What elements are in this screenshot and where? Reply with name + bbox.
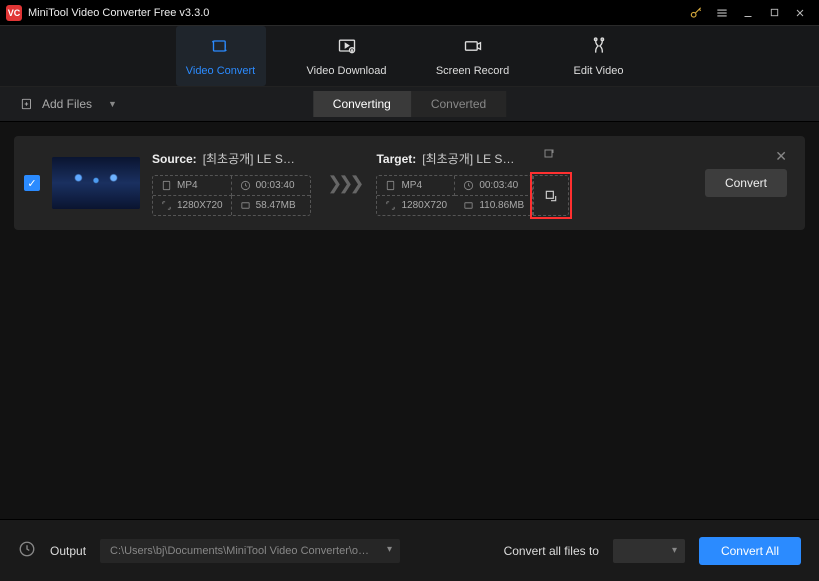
settings-icon xyxy=(544,189,558,203)
nav-screen-record[interactable]: Screen Record xyxy=(428,26,518,86)
conversion-item: ✓ Source: [최초공개] LE SSERA... MP4 00:03:4… xyxy=(14,136,805,230)
source-duration: 00:03:40 xyxy=(256,180,295,191)
nav-label: Screen Record xyxy=(436,65,509,77)
chevron-down-icon: ▼ xyxy=(108,99,117,109)
add-files-icon xyxy=(20,97,34,111)
output-format-select[interactable]: ▾ xyxy=(613,539,685,563)
nav-label: Video Download xyxy=(307,65,387,77)
item-checkbox[interactable]: ✓ xyxy=(24,175,40,191)
convert-all-to-label: Convert all files to xyxy=(504,544,599,558)
remove-item-button[interactable]: ✕ xyxy=(775,148,787,165)
subbar: Add Files ▼ Converting Converted xyxy=(0,86,819,122)
target-meta: MP4 00:03:40 1280X720 110.86MB xyxy=(376,175,569,216)
convert-tabs: Converting Converted xyxy=(313,91,506,117)
target-format: MP4 xyxy=(401,180,422,191)
titlebar: VC MiniTool Video Converter Free v3.3.0 xyxy=(0,0,819,26)
main-nav: Video Convert Video Download Screen Reco… xyxy=(0,26,819,86)
key-icon[interactable] xyxy=(683,0,709,26)
source-size: 58.47MB xyxy=(256,200,296,211)
source-size-cell: 58.47MB xyxy=(232,196,311,215)
source-resolution: 1280X720 xyxy=(177,200,223,211)
output-path-select[interactable]: C:\Users\bj\Documents\MiniTool Video Con… xyxy=(100,539,400,563)
source-filename: [최초공개] LE SSERA... xyxy=(203,150,303,167)
edit-item-button[interactable] xyxy=(543,148,555,163)
target-duration-cell: 00:03:40 xyxy=(455,176,533,196)
size-icon xyxy=(463,200,474,211)
video-download-icon xyxy=(335,36,359,59)
output-label: Output xyxy=(50,544,86,558)
nav-video-download[interactable]: Video Download xyxy=(302,26,392,86)
clock-icon xyxy=(463,180,474,191)
source-format-cell: MP4 xyxy=(153,176,232,196)
nav-label: Edit Video xyxy=(574,65,624,77)
app-icon: VC xyxy=(6,5,22,21)
convert-all-button[interactable]: Convert All xyxy=(699,537,801,565)
maximize-icon[interactable] xyxy=(761,0,787,26)
resolution-icon xyxy=(161,200,172,211)
source-meta: MP4 00:03:40 1280X720 58.47MB xyxy=(152,175,311,216)
add-files-label: Add Files xyxy=(42,97,92,111)
app-title: MiniTool Video Converter Free v3.3.0 xyxy=(28,7,209,19)
resolution-icon xyxy=(385,200,396,211)
source-res-cell: 1280X720 xyxy=(153,196,232,215)
target-filename: [최초공개] LE SSERA... xyxy=(422,150,522,167)
add-files-button[interactable]: Add Files ▼ xyxy=(20,97,117,111)
target-resolution: 1280X720 xyxy=(401,200,447,211)
target-format-cell: MP4 xyxy=(377,176,455,196)
source-format: MP4 xyxy=(177,180,198,191)
target-label: Target: xyxy=(376,152,416,166)
clock-icon xyxy=(240,180,251,191)
nav-edit-video[interactable]: Edit Video xyxy=(554,26,644,86)
size-icon xyxy=(240,200,251,211)
source-label: Source: xyxy=(152,152,197,166)
target-size: 110.86MB xyxy=(479,200,524,211)
footer: Output C:\Users\bj\Documents\MiniTool Vi… xyxy=(0,519,819,581)
main-area: ✓ Source: [최초공개] LE SSERA... MP4 00:03:4… xyxy=(0,122,819,519)
edit-target-button[interactable] xyxy=(533,176,568,215)
edit-icon xyxy=(543,148,555,160)
minimize-icon[interactable] xyxy=(735,0,761,26)
source-duration-cell: 00:03:40 xyxy=(232,176,311,196)
nav-label: Video Convert xyxy=(186,65,256,77)
source-column: Source: [최초공개] LE SSERA... MP4 00:03:40 … xyxy=(152,150,311,216)
history-icon[interactable] xyxy=(18,540,36,561)
target-column: Target: [최초공개] LE SSERA... MP4 00:03:40 xyxy=(376,150,569,216)
target-res-cell: 1280X720 xyxy=(377,196,455,215)
file-icon xyxy=(161,180,172,191)
close-icon[interactable] xyxy=(787,0,813,26)
file-icon xyxy=(385,180,396,191)
tab-converting[interactable]: Converting xyxy=(313,91,411,117)
arrows-icon: ❯❯❯ xyxy=(323,173,364,194)
video-convert-icon xyxy=(209,36,233,59)
target-duration: 00:03:40 xyxy=(479,180,518,191)
video-thumbnail[interactable] xyxy=(52,157,140,209)
menu-icon[interactable] xyxy=(709,0,735,26)
target-size-cell: 110.86MB xyxy=(455,196,533,215)
screen-record-icon xyxy=(461,36,485,59)
tab-converted[interactable]: Converted xyxy=(411,91,506,117)
nav-video-convert[interactable]: Video Convert xyxy=(176,26,266,86)
edit-video-icon xyxy=(587,36,611,59)
convert-button[interactable]: Convert xyxy=(705,169,787,197)
